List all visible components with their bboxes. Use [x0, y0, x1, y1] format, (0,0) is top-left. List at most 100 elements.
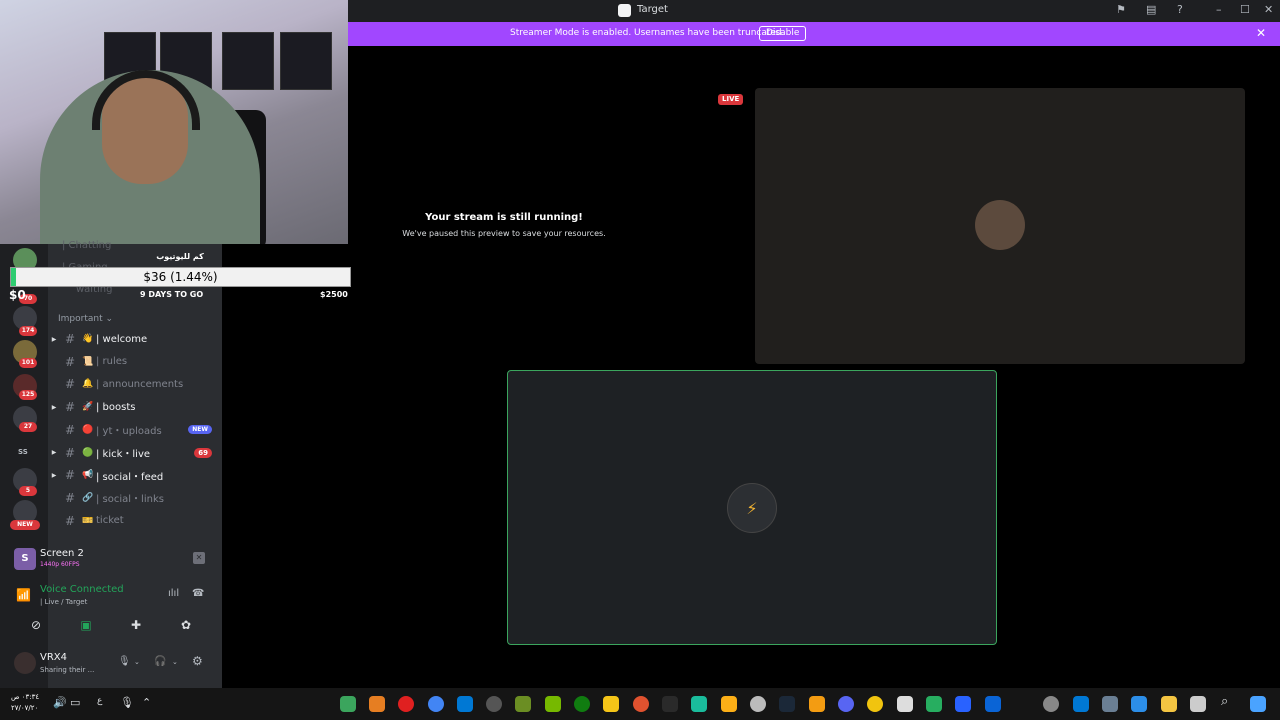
chevron-down-icon[interactable]: ⌄ [172, 658, 178, 666]
app-icon[interactable] [955, 696, 971, 712]
streamer-mode-message: Streamer Mode is enabled. Usernames have… [510, 28, 785, 38]
mic-tray-icon[interactable]: 🎙 [120, 696, 134, 709]
app-icon[interactable] [369, 696, 385, 712]
app-icon[interactable] [926, 696, 942, 712]
discord-icon[interactable] [838, 696, 854, 712]
rockstar-icon[interactable] [721, 696, 737, 712]
start-icon[interactable] [1250, 696, 1266, 712]
mention-badge: 125 [19, 390, 37, 400]
close-icon[interactable]: ✕ [1264, 3, 1273, 16]
app-icon[interactable] [867, 696, 883, 712]
disconnect-icon[interactable]: ☎ [192, 588, 204, 599]
window-title: Target [637, 4, 668, 15]
obs-icon[interactable] [486, 696, 502, 712]
avatar[interactable] [14, 652, 36, 674]
channel-emoji: 📜 [82, 356, 94, 367]
hash-icon: # [64, 468, 76, 483]
chevron-down-icon[interactable]: ⌄ [134, 658, 140, 666]
headphones-icon[interactable]: 🎧 [154, 656, 166, 667]
channel-item[interactable]: | Chatting [62, 240, 111, 251]
wall-poster [222, 32, 274, 90]
user-panel: VRX4 Sharing their ... 🎙 ⌄ 🎧 ⌄ ⚙ [8, 648, 214, 678]
noise-suppression-icon[interactable]: ılıl [168, 588, 179, 599]
app-icon[interactable] [809, 696, 825, 712]
app-icon[interactable] [633, 696, 649, 712]
hash-icon: # [64, 490, 76, 505]
server-initials[interactable]: SS [18, 448, 28, 456]
stream-paused-subtitle: We've paused this preview to save your r… [402, 229, 606, 238]
channel-emoji: 👋 [82, 334, 94, 344]
voice-status[interactable]: Voice Connected [40, 584, 124, 595]
channel-item[interactable]: # 🔔 | announcements [48, 374, 222, 394]
app-icon[interactable] [897, 696, 913, 712]
chevron-up-icon[interactable]: ⌃ [142, 696, 151, 709]
store-icon[interactable] [1073, 696, 1089, 712]
voice-connection-panel: 📶 Voice Connected | Live / Target ılıl ☎ [8, 580, 214, 610]
search-icon[interactable]: ⌕ [1221, 694, 1228, 709]
minimize-icon[interactable]: – [1216, 3, 1222, 16]
outlook-icon[interactable] [985, 696, 1001, 712]
app-icon[interactable] [1131, 696, 1147, 712]
channel-item[interactable]: ▶ # 🟢 | kick・live 69 [48, 443, 222, 463]
language-icon[interactable]: ع [97, 696, 102, 706]
channel-item[interactable]: # 🔴 | yt・uploads NEW [48, 420, 222, 440]
close-banner-icon[interactable]: ✕ [1256, 26, 1266, 40]
channel-emoji: 🔗 [82, 492, 94, 503]
inbox-icon[interactable]: ▤ [1146, 3, 1156, 16]
app-icon[interactable] [691, 696, 707, 712]
channel-item[interactable]: # 🔗 | social・links [48, 488, 222, 508]
participant-avatar [975, 200, 1025, 250]
xbox-icon[interactable] [574, 696, 590, 712]
help-icon[interactable]: ? [1177, 3, 1183, 16]
opera-icon[interactable] [398, 696, 414, 712]
hash-icon: # [64, 332, 76, 346]
participant-tile-speaking[interactable]: ⚡ [507, 370, 997, 645]
volume-icon[interactable]: 🔊 [53, 696, 67, 709]
channel-item[interactable]: ▶ # 🚀 | boosts [48, 397, 222, 417]
store-icon[interactable] [457, 696, 473, 712]
maximize-icon[interactable]: ☐ [1240, 3, 1250, 16]
app-icon [618, 4, 631, 17]
channel-name: | kick・live [96, 449, 151, 460]
activities-icon[interactable]: ✚ [116, 614, 156, 636]
settings-icon[interactable] [1043, 696, 1059, 712]
camera-off-icon[interactable]: ⊘ [16, 614, 56, 636]
app-icon[interactable] [1102, 696, 1118, 712]
username[interactable]: VRX4 [40, 652, 67, 663]
channel-item[interactable]: ▶ # 👋 | welcome [48, 329, 222, 349]
voice-actions: ⊘ ▣ ✚ ✿ [8, 614, 214, 636]
file-explorer-icon[interactable] [1161, 696, 1177, 712]
steam-icon[interactable] [779, 696, 795, 712]
flag-icon[interactable]: ⚑ [1116, 3, 1126, 16]
clock-date[interactable]: ٢٧/٠٧/٢٠ [11, 704, 38, 712]
app-icon[interactable] [603, 696, 619, 712]
network-icon[interactable]: ▭ [70, 696, 80, 709]
disable-button[interactable]: Disable [759, 26, 807, 41]
stop-stream-icon[interactable]: ✕ [193, 552, 205, 564]
app-icon[interactable] [515, 696, 531, 712]
gear-icon[interactable]: ⚙ [192, 654, 203, 668]
channel-item[interactable]: # 🎫 ticket [48, 511, 222, 531]
category-header[interactable]: Important ⌄ [58, 314, 113, 324]
webcam-overlay [0, 0, 348, 244]
signal-icon[interactable]: 📶 [16, 588, 31, 602]
channel-name: | yt・uploads [96, 426, 162, 438]
microphone-icon[interactable]: 🎙 [118, 656, 131, 667]
participant-tile[interactable] [755, 88, 1245, 364]
channel-item[interactable]: ▶ # 📢 | social・feed [48, 465, 222, 485]
soundboard-icon[interactable]: ✿ [166, 614, 206, 636]
mention-badge: 5 [19, 486, 37, 496]
clock-time[interactable]: ٠٣:٣٤ ص [11, 693, 39, 701]
windows-taskbar: ٠٣:٣٤ ص ٢٧/٠٧/٢٠ 🔊 ▭ ع 🎙 ⌃ ⌕ [0, 688, 1280, 720]
nvidia-icon[interactable] [545, 696, 561, 712]
voice-channel[interactable]: | Live / Target [40, 598, 87, 606]
screen-share-icon[interactable]: ▣ [66, 614, 106, 636]
channel-name: | boosts [96, 401, 136, 413]
channel-emoji: 🔴 [82, 424, 94, 435]
app-icon[interactable] [750, 696, 766, 712]
channel-item[interactable]: # 📜 | rules [48, 352, 222, 372]
app-icon[interactable] [340, 696, 356, 712]
app-icon[interactable] [1190, 696, 1206, 712]
epic-games-icon[interactable] [662, 696, 678, 712]
chrome-icon[interactable] [428, 696, 444, 712]
